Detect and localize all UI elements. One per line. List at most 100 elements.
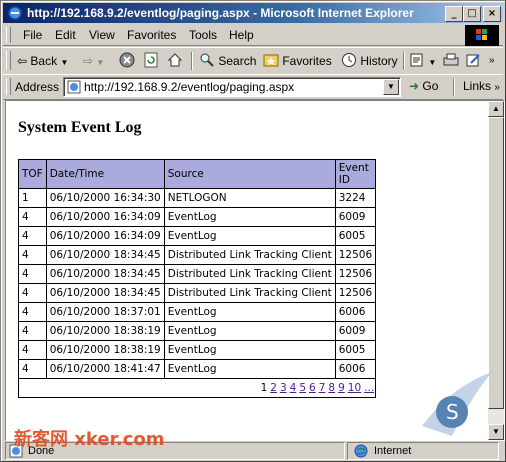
table-row: 4 06/10/2000 18:41:47 EventLog 6006 bbox=[18, 359, 377, 379]
svg-text:S: S bbox=[446, 400, 459, 424]
table-row: 1 06/10/2000 16:34:30 NETLOGON 3224 bbox=[18, 188, 377, 208]
search-button[interactable]: Search bbox=[199, 52, 256, 70]
cell-tof: 1 bbox=[18, 188, 47, 208]
cell-source: Distributed Link Tracking Client bbox=[163, 283, 336, 303]
minimize-button[interactable]: _ bbox=[445, 6, 463, 22]
cell-event-id: 6005 bbox=[334, 226, 377, 246]
table-row: 4 06/10/2000 18:34:45 Distributed Link Tra… bbox=[18, 283, 377, 303]
cell-tof: 4 bbox=[18, 283, 47, 303]
refresh-icon bbox=[144, 52, 158, 68]
toolbar-grip[interactable] bbox=[6, 51, 11, 70]
address-separator bbox=[453, 78, 455, 96]
window-title: http://192.168.9.2/eventlog/paging.aspx … bbox=[27, 6, 414, 20]
toolbar-separator bbox=[403, 52, 405, 70]
table-row: 4 06/10/2000 16:34:09 EventLog 6005 bbox=[18, 226, 377, 246]
menu-bar: File Edit View Favorites Tools Help bbox=[3, 25, 503, 46]
pager-link[interactable]: 10 bbox=[348, 382, 361, 394]
address-url: http://192.168.9.2/eventlog/paging.aspx bbox=[84, 80, 295, 94]
forward-arrow-icon: ⇨ bbox=[83, 54, 94, 68]
address-grip[interactable] bbox=[6, 78, 11, 95]
table-row: 4 06/10/2000 18:37:01 EventLog 6006 bbox=[18, 302, 377, 322]
menu-grip[interactable] bbox=[6, 27, 11, 43]
stop-button[interactable] bbox=[119, 52, 135, 70]
maximize-button[interactable]: □ bbox=[463, 6, 481, 22]
mail-button[interactable]: ▼ bbox=[409, 52, 436, 70]
cell-datetime: 06/10/2000 18:34:45 bbox=[45, 283, 165, 303]
zone-text: Internet bbox=[374, 445, 412, 457]
cell-source: EventLog bbox=[163, 340, 336, 360]
go-button[interactable]: ➜ Go bbox=[409, 79, 438, 93]
table-header-row: TOF Date/Time Source Event ID bbox=[18, 159, 377, 189]
close-button[interactable]: × bbox=[483, 6, 501, 22]
cell-event-id: 12506 bbox=[334, 264, 377, 284]
page-icon bbox=[67, 80, 81, 94]
cell-source: EventLog bbox=[163, 226, 336, 246]
cell-datetime: 06/10/2000 18:38:19 bbox=[45, 340, 165, 360]
toolbar-overflow-chevron-icon[interactable]: » bbox=[489, 52, 495, 70]
cell-tof: 4 bbox=[18, 207, 47, 227]
home-button[interactable] bbox=[167, 52, 183, 70]
cell-source: EventLog bbox=[163, 302, 336, 322]
watermark-text: 新客网 xker.com bbox=[14, 429, 165, 450]
column-header-source: Source bbox=[163, 159, 336, 189]
history-button[interactable]: History bbox=[341, 52, 398, 70]
edit-button[interactable] bbox=[465, 52, 481, 70]
cell-datetime: 06/10/2000 16:34:09 bbox=[45, 207, 165, 227]
menu-help[interactable]: Help bbox=[229, 28, 254, 42]
cell-datetime: 06/10/2000 18:34:45 bbox=[45, 264, 165, 284]
page-heading: System Event Log bbox=[18, 119, 142, 136]
print-button[interactable] bbox=[443, 52, 459, 70]
go-arrow-icon: ➜ bbox=[409, 79, 420, 93]
cell-event-id: 6006 bbox=[334, 359, 377, 379]
pager-link[interactable]: 4 bbox=[290, 382, 297, 394]
column-header-event-id: Event ID bbox=[334, 159, 377, 189]
watermark-logo-icon: S bbox=[422, 372, 492, 436]
menu-favorites[interactable]: Favorites bbox=[127, 28, 176, 42]
cell-event-id: 6005 bbox=[334, 340, 377, 360]
forward-button[interactable]: ⇨ ▼ bbox=[83, 52, 104, 70]
pager-link[interactable]: 5 bbox=[299, 382, 306, 394]
pager-link[interactable]: ... bbox=[364, 382, 374, 394]
menu-edit[interactable]: Edit bbox=[55, 28, 76, 42]
pager-link[interactable]: 9 bbox=[338, 382, 345, 394]
home-icon bbox=[167, 53, 183, 67]
menu-tools[interactable]: Tools bbox=[189, 28, 217, 42]
cell-datetime: 06/10/2000 16:34:09 bbox=[45, 226, 165, 246]
pager-row: 1 2 3 4 5 6 7 8 9 10... bbox=[17, 378, 377, 398]
cell-tof: 4 bbox=[18, 321, 47, 341]
pager-link[interactable]: 2 bbox=[270, 382, 277, 394]
cell-tof: 4 bbox=[18, 226, 47, 246]
print-icon bbox=[443, 53, 459, 66]
favorites-icon bbox=[263, 54, 279, 67]
menu-view[interactable]: View bbox=[89, 28, 115, 42]
windows-logo bbox=[465, 25, 499, 46]
stop-icon bbox=[119, 52, 135, 68]
back-button[interactable]: ⇦ Back ▼ bbox=[17, 52, 68, 70]
favorites-button[interactable]: Favorites bbox=[263, 52, 332, 70]
chevron-down-icon: ▼ bbox=[96, 58, 105, 67]
scroll-up-button[interactable]: ▲ bbox=[488, 101, 504, 117]
cell-source: EventLog bbox=[163, 207, 336, 227]
pager-link[interactable]: 8 bbox=[328, 382, 335, 394]
column-header-datetime: Date/Time bbox=[45, 159, 165, 189]
table-row: 4 06/10/2000 18:38:19 EventLog 6009 bbox=[18, 321, 377, 341]
pager-link[interactable]: 6 bbox=[309, 382, 316, 394]
cell-tof: 4 bbox=[18, 359, 47, 379]
cell-source: NETLOGON bbox=[163, 188, 336, 208]
address-label: Address bbox=[15, 80, 60, 94]
pager-link[interactable]: 7 bbox=[319, 382, 326, 394]
cell-event-id: 12506 bbox=[334, 283, 377, 303]
pager-link[interactable]: 3 bbox=[280, 382, 287, 394]
title-bar[interactable]: http://192.168.9.2/eventlog/paging.aspx … bbox=[3, 3, 503, 23]
refresh-button[interactable] bbox=[143, 52, 159, 70]
menu-file[interactable]: File bbox=[23, 28, 42, 42]
favorites-label: Favorites bbox=[282, 54, 332, 68]
links-button[interactable]: Links » bbox=[463, 79, 500, 93]
cell-event-id: 6006 bbox=[334, 302, 377, 322]
pager-current-page: 1 bbox=[260, 382, 268, 394]
address-dropdown-button[interactable]: ▼ bbox=[383, 79, 399, 95]
address-input[interactable]: http://192.168.9.2/eventlog/paging.aspx … bbox=[63, 77, 401, 97]
column-header-tof: TOF bbox=[18, 159, 47, 189]
globe-icon bbox=[354, 444, 368, 458]
table-row: 4 06/10/2000 16:34:09 EventLog 6009 bbox=[18, 207, 377, 227]
